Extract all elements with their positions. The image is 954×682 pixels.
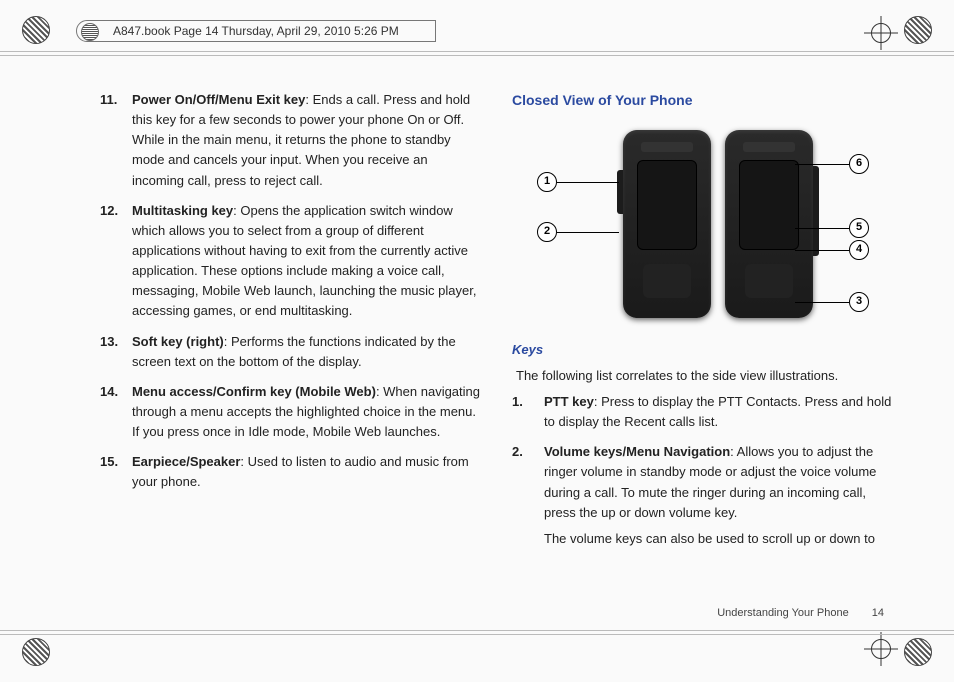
page-content: 11. Power On/Off/Menu Exit key: Ends a c… [100,90,894,622]
list-item: 11. Power On/Off/Menu Exit key: Ends a c… [100,90,482,191]
callout-3: 3 [849,292,869,312]
callout-lead [557,182,619,183]
item-desc: : Press to display the PTT Contacts. Pre… [544,394,891,429]
footer-label: Understanding Your Phone [717,607,849,619]
phone-left-side-icon [623,130,711,318]
item-desc: : Opens the application switch window wh… [132,203,476,319]
page-header: A847.book Page 14 Thursday, April 29, 20… [76,20,436,42]
item-number: 11. [100,90,117,110]
callout-lead [795,164,849,165]
item-term: Power On/Off/Menu Exit key [132,92,305,107]
callout-2: 2 [537,222,557,242]
list-item: 15. Earpiece/Speaker: Used to listen to … [100,452,482,492]
item-term: Multitasking key [132,203,233,218]
page-number: 14 [872,607,884,619]
callout-6: 6 [849,154,869,174]
phone-closed-view-figure: 1 2 6 5 4 3 [533,122,873,332]
key-definitions-right: 1. PTT key: Press to display the PTT Con… [512,392,894,549]
callout-lead [557,232,619,233]
subsection-title: Keys [512,340,894,360]
header-text: A847.book Page 14 Thursday, April 29, 20… [113,24,399,38]
item-term: PTT key [544,394,594,409]
item-term: Volume keys/Menu Navigation [544,444,730,459]
item-number: 1. [512,392,523,412]
callout-5: 5 [849,218,869,238]
item-number: 13. [100,332,118,352]
page-footer: Understanding Your Phone 14 [717,605,884,622]
crop-ornament-icon [22,16,50,44]
phone-right-side-icon [725,130,813,318]
item-desc-cont: The volume keys can also be used to scro… [544,529,894,549]
list-item: 1. PTT key: Press to display the PTT Con… [512,392,894,432]
callout-4: 4 [849,240,869,260]
registration-mark-icon [864,632,898,666]
registration-mark-icon [864,16,898,50]
callout-1: 1 [537,172,557,192]
item-number: 14. [100,382,118,402]
item-number: 15. [100,452,118,472]
list-item: 13. Soft key (right): Performs the funct… [100,332,482,372]
list-item: 14. Menu access/Confirm key (Mobile Web)… [100,382,482,442]
list-item: 2. Volume keys/Menu Navigation: Allows y… [512,442,894,549]
crop-rule [0,51,954,52]
crop-ornament-icon [904,16,932,44]
item-number: 2. [512,442,523,462]
item-number: 12. [100,201,118,221]
item-term: Earpiece/Speaker [132,454,240,469]
section-title: Closed View of Your Phone [512,90,894,112]
callout-lead [795,228,849,229]
callout-lead [795,302,849,303]
item-term: Menu access/Confirm key (Mobile Web) [132,384,376,399]
crop-rule [0,630,954,631]
item-term: Soft key (right) [132,334,224,349]
key-definitions-left: 11. Power On/Off/Menu Exit key: Ends a c… [100,90,482,493]
crop-ornament-icon [22,638,50,666]
left-column: 11. Power On/Off/Menu Exit key: Ends a c… [100,90,482,622]
list-item: 12. Multitasking key: Opens the applicat… [100,201,482,322]
intro-text: The following list correlates to the sid… [516,366,894,386]
right-column: Closed View of Your Phone 1 2 6 5 4 3 Ke… [512,90,894,622]
crop-ornament-icon [904,638,932,666]
callout-lead [795,250,849,251]
